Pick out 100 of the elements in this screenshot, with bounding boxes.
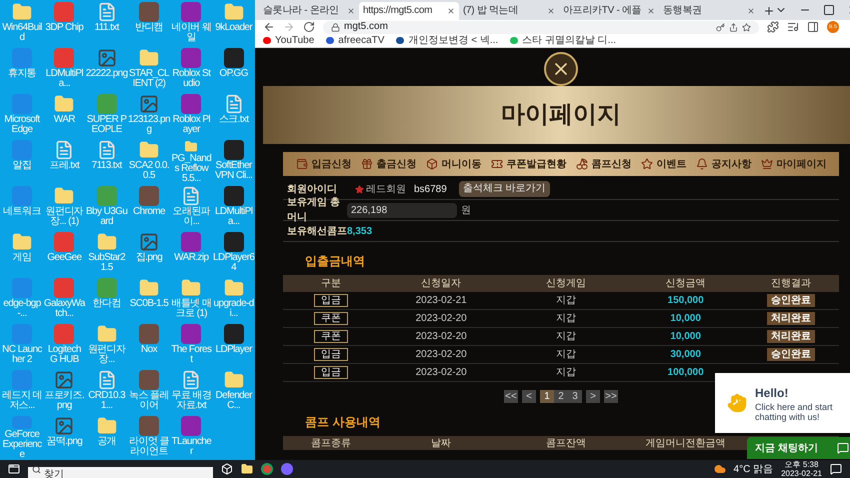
desktop-icon-label[interactable]: 네트워크 <box>1 207 43 217</box>
address-bar[interactable]: mgt5.com <box>323 20 759 34</box>
desktop-icon-label[interactable]: Roblox Studio <box>170 69 212 89</box>
desktop-icon-label[interactable]: GeeGee <box>43 253 86 263</box>
desktop-icon-label[interactable]: Logitech G HUB <box>43 345 86 365</box>
desktop-icon-label[interactable]: SC0B-1.5 <box>128 299 170 309</box>
previous-page-button[interactable]: < <box>522 390 536 403</box>
desktop-icon-label[interactable]: 스크.txt <box>212 115 255 125</box>
desktop-icon-label[interactable]: Chrome <box>128 207 170 217</box>
desktop-icon-label[interactable]: 123123.png <box>128 115 170 135</box>
desktop-icon-label[interactable]: 111.txt <box>86 23 128 33</box>
desktop-icon-label[interactable]: 무료 배경자료.txt <box>170 391 212 411</box>
close-icon[interactable] <box>547 7 555 15</box>
close-icon[interactable] <box>747 7 755 15</box>
desktop-icon-label[interactable]: SUPER PEOPLE <box>86 115 128 135</box>
reload-icon[interactable] <box>303 21 315 33</box>
close-icon[interactable] <box>647 7 655 15</box>
desktop-icon-label[interactable]: WAR <box>43 115 86 125</box>
notifications-icon[interactable] <box>830 463 842 475</box>
desktop-icon-label[interactable]: 원펀디자장... <box>86 345 128 365</box>
file-explorer-icon[interactable] <box>241 463 253 475</box>
desktop-icon-label[interactable]: Win64Build <box>1 23 43 43</box>
desktop-icon-label[interactable]: GeForce Experience <box>1 430 43 460</box>
maximize-icon[interactable] <box>823 4 835 16</box>
last-page-button[interactable]: >> <box>604 390 618 403</box>
media-icon[interactable] <box>787 21 799 33</box>
desktop-icon-label[interactable]: upgrade-di... <box>212 299 255 319</box>
bookmark-link[interactable]: afreecaTV <box>326 34 384 46</box>
nav-link[interactable]: 이벤트 <box>640 156 686 172</box>
desktop-icon-label[interactable]: 휴지통 <box>1 69 43 79</box>
desktop-icon-label[interactable]: CRD10.31... <box>86 391 128 411</box>
desktop-icon-label[interactable]: GalaxyWatch... <box>43 299 86 319</box>
desktop-icon-label[interactable]: Roblox Player <box>170 115 212 135</box>
desktop-icon-label[interactable]: 꿈떡.png <box>43 437 86 447</box>
app-taskbar-icon[interactable] <box>281 463 293 475</box>
first-page-button[interactable]: << <box>504 390 518 403</box>
desktop-icon-label[interactable]: 라이엇 클라이언트 <box>128 437 170 457</box>
desktop-icon-label[interactable]: 알집 <box>1 161 43 171</box>
nav-link[interactable]: 입금신청 <box>296 156 352 172</box>
nav-link[interactable]: 쿠폰발급현황 <box>490 156 566 172</box>
next-page-button[interactable]: > <box>586 390 600 403</box>
desktop-icon-label[interactable]: 22222.png <box>86 69 128 79</box>
desktop-icon-label[interactable]: TLauncher <box>170 437 212 457</box>
close-icon[interactable] <box>347 7 355 15</box>
nav-link[interactable]: 콤프신청 <box>576 156 632 172</box>
desktop-icon-label[interactable]: WAR.zip <box>170 253 212 263</box>
desktop-icon-label[interactable]: LDMultiPla... <box>212 207 255 227</box>
desktop-icon-label[interactable]: 녹스 플레이어 <box>128 391 170 411</box>
new-tab-icon[interactable] <box>763 5 775 17</box>
desktop-icon-label[interactable]: 레드지 데저스... <box>1 391 43 411</box>
back-icon[interactable] <box>263 21 275 33</box>
side-panel-icon[interactable] <box>807 21 819 33</box>
desktop-icon-label[interactable]: 한다컴 <box>86 299 128 309</box>
desktop-icon-label[interactable]: PG_Nands Reflow 5.5... <box>170 154 212 184</box>
desktop-icon-label[interactable]: OP.GG <box>212 69 255 79</box>
nav-link[interactable]: 머니이동 <box>426 156 482 172</box>
desktop-icon-label[interactable]: STAR_CLIENT (2) <box>128 69 170 89</box>
desktop-icon-label[interactable]: 게임 <box>1 253 43 263</box>
desktop-icon-label[interactable]: DefenderC... <box>212 391 255 411</box>
key-icon[interactable] <box>716 22 725 32</box>
nav-link[interactable]: 출금신청 <box>360 156 416 172</box>
bookmark-link[interactable]: 스타 귀멸의칼날 디... <box>510 34 616 46</box>
desktop-icon-label[interactable]: LDMultiPla... <box>43 69 86 89</box>
nav-link[interactable]: 공지사항 <box>696 156 752 172</box>
desktop-icon-label[interactable]: NC Launcher 2 <box>1 345 43 365</box>
desktop-icon-label[interactable]: SubStar2 1.5 <box>86 253 128 273</box>
desktop-icon-label[interactable]: 프레.txt <box>43 161 86 171</box>
desktop-icon-label[interactable]: 집.png <box>128 253 170 263</box>
attendance-button[interactable]: 출석체크 바로가기 <box>458 181 550 197</box>
desktop-icon-label[interactable]: LDPlayer64 <box>212 253 255 273</box>
nav-link[interactable]: 마이페이지 <box>760 156 826 172</box>
chat-now-button[interactable]: 지금 채팅하기 <box>747 437 850 459</box>
desktop-icon-label[interactable]: 오래된파이... <box>170 207 212 227</box>
extensions-icon[interactable] <box>767 21 779 33</box>
browser-tab[interactable]: https://mgt5.com <box>359 2 459 20</box>
desktop-icon-label[interactable]: 반디캠 <box>128 23 170 33</box>
page-button[interactable]: 2 <box>554 390 568 403</box>
desktop-icon-label[interactable]: Bby U3Guard <box>86 207 128 227</box>
bookmark-link[interactable]: 개인정보변경 < 넥... <box>396 34 498 46</box>
desktop-icon-label[interactable]: 네이버 웨일 <box>170 23 212 43</box>
desktop-icon-label[interactable]: 프로키즈.png <box>43 391 86 411</box>
desktop-icon-label[interactable]: 7113.txt <box>86 161 128 171</box>
bookmark-link[interactable]: YouTube <box>263 34 314 46</box>
share-icon[interactable] <box>729 22 738 32</box>
desktop-icon-label[interactable]: 3DP Chip <box>43 23 86 33</box>
desktop-icon-label[interactable]: 9kLoader <box>212 23 255 33</box>
desktop-icon-label[interactable]: Nox <box>128 345 170 355</box>
desktop-icon-label[interactable]: LDPlayer <box>212 345 255 355</box>
page-button[interactable]: 1 <box>540 390 554 403</box>
desktop-icon-label[interactable]: The Forest <box>170 345 212 365</box>
desktop-icon-label[interactable]: 배틀넷 매크로 (1) <box>170 299 212 319</box>
desktop-icon-label[interactable]: SCA2 0.0.0.5 <box>128 161 170 181</box>
bookmark-star-icon[interactable] <box>742 22 751 32</box>
page-button[interactable]: 3 <box>568 390 582 403</box>
desktop-icon-label[interactable]: SoftEther VPN Cli... <box>212 161 255 181</box>
desktop-icon-label[interactable]: 공개 <box>86 437 128 447</box>
desktop-icon-label[interactable]: 원펀디자장... (1) <box>43 207 86 227</box>
close-icon[interactable] <box>447 7 455 15</box>
chat-popup[interactable]: Hello! Click here and start chatting with us! <box>715 373 850 433</box>
desktop-icon-label[interactable]: edge-bgp-... <box>1 299 43 319</box>
